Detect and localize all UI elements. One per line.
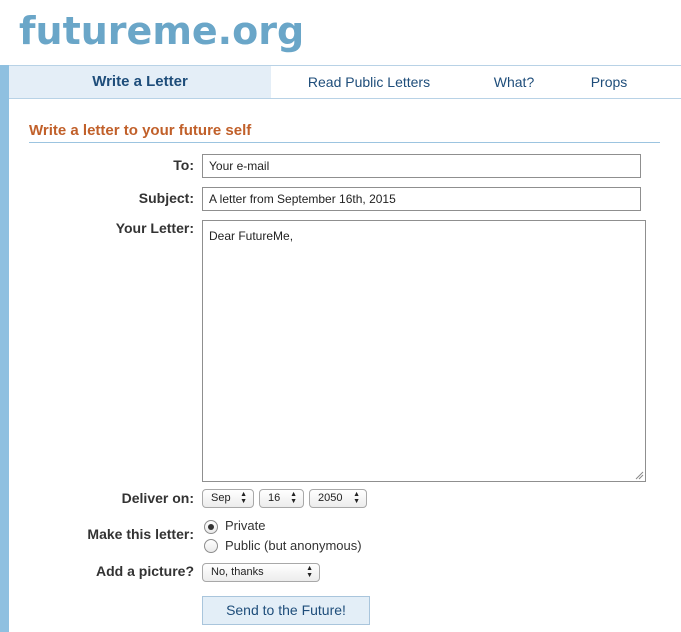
subject-field[interactable] xyxy=(202,187,641,211)
section-title: Write a letter to your future self xyxy=(29,122,252,139)
day-value: 16 xyxy=(268,492,281,504)
month-select[interactable]: Sep ▲ ▼ xyxy=(202,489,254,508)
picture-value: No, thanks xyxy=(211,566,264,578)
resize-grip-icon[interactable] xyxy=(634,470,644,480)
site-logo[interactable]: futureme.org xyxy=(19,8,304,54)
left-accent-bar xyxy=(0,65,9,632)
radio-selected-dot xyxy=(208,524,214,530)
updown-arrows-icon: ▲ ▼ xyxy=(306,565,313,579)
tab-read-public-letters[interactable]: Read Public Letters xyxy=(291,66,447,98)
updown-arrows-icon: ▲ ▼ xyxy=(240,491,247,505)
picture-label: Add a picture? xyxy=(95,563,194,579)
day-select[interactable]: 16 ▲ ▼ xyxy=(259,489,304,508)
updown-arrows-icon: ▲ ▼ xyxy=(353,491,360,505)
picture-select[interactable]: No, thanks ▲ ▼ xyxy=(202,563,320,582)
tab-props[interactable]: Props xyxy=(579,66,639,98)
to-label: To: xyxy=(173,157,194,173)
month-value: Sep xyxy=(211,492,231,504)
private-option-label[interactable]: Private xyxy=(225,518,265,533)
tab-write-a-letter[interactable]: Write a Letter xyxy=(9,66,271,98)
subject-label: Subject: xyxy=(138,190,194,206)
tab-what[interactable]: What? xyxy=(479,66,549,98)
year-select[interactable]: 2050 ▲ ▼ xyxy=(309,489,367,508)
deliver-label: Deliver on: xyxy=(121,490,194,506)
letter-label: Your Letter: xyxy=(115,220,194,236)
public-radio[interactable] xyxy=(204,539,218,553)
main-navigation: Write a Letter Read Public Letters What?… xyxy=(9,65,681,99)
send-button[interactable]: Send to the Future! xyxy=(202,596,370,625)
privacy-label: Make this letter: xyxy=(87,526,194,542)
section-divider xyxy=(29,142,660,143)
updown-arrows-icon: ▲ ▼ xyxy=(290,491,297,505)
email-field[interactable] xyxy=(202,154,641,178)
year-value: 2050 xyxy=(318,492,343,504)
letter-textarea[interactable]: Dear FutureMe, xyxy=(202,220,646,482)
public-option-label[interactable]: Public (but anonymous) xyxy=(225,538,362,553)
private-radio[interactable] xyxy=(204,520,218,534)
